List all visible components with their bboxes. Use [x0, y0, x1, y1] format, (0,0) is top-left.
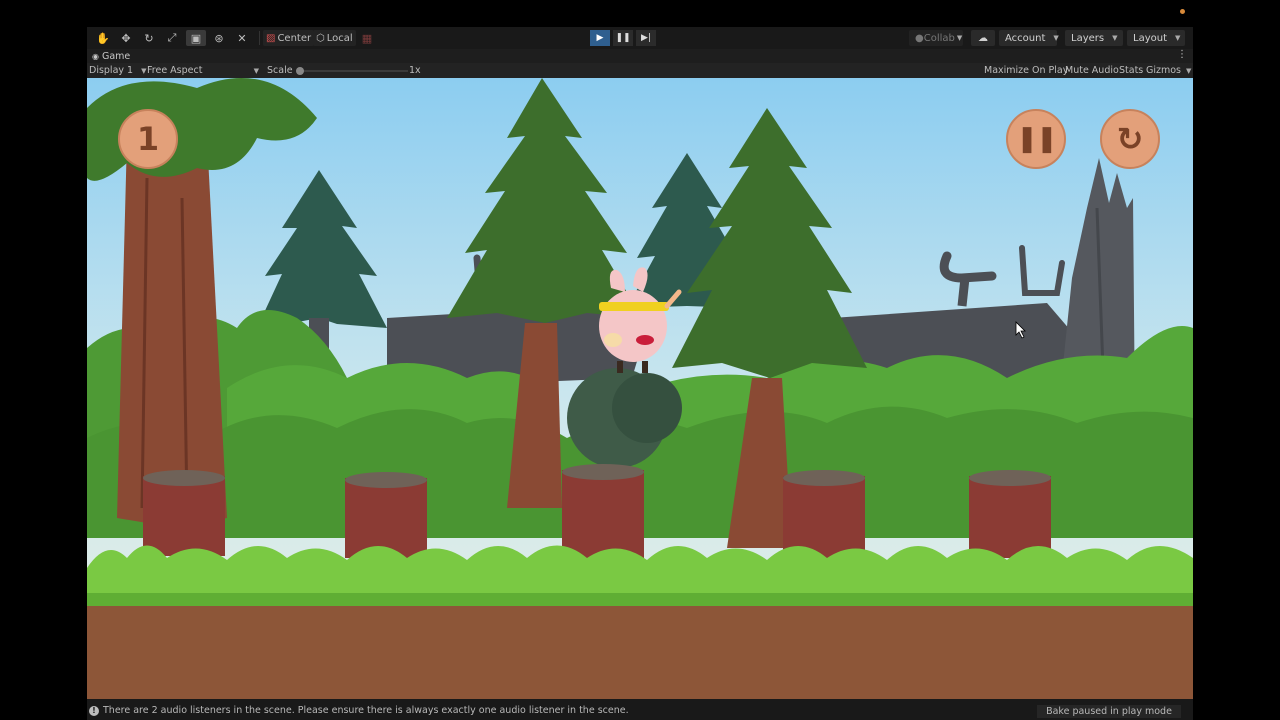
custom-tool-icon[interactable]: ✕: [232, 30, 252, 46]
scale-value: 1x: [409, 65, 421, 76]
cube-icon: ⬡: [316, 32, 325, 44]
game-view-toolbar: Display 1 ▼ Free Aspect ▼ Scale 1x Maximiz…: [87, 63, 1193, 78]
aspect-label: Free Aspect: [147, 65, 203, 76]
rect-tool-icon[interactable]: ▣: [186, 30, 206, 46]
scale-slider-handle[interactable]: [296, 67, 304, 75]
game-controller-icon: ◉: [92, 52, 99, 61]
aspect-dropdown[interactable]: Free Aspect ▼: [147, 64, 259, 77]
chevron-down-icon: ▼: [253, 66, 259, 75]
chevron-down-icon: ▼: [1186, 66, 1192, 75]
grid-snap-icon[interactable]: ▦: [357, 30, 377, 46]
account-label: Account: [1005, 32, 1046, 44]
hand-tool-icon[interactable]: ✋: [93, 30, 113, 46]
pause-icon[interactable]: ❚❚: [1006, 109, 1066, 169]
mute-audio-toggle[interactable]: Mute Audio: [1065, 64, 1119, 77]
pause-button[interactable]: ❚❚: [613, 30, 633, 46]
unity-editor: ✋ ✥ ↻ ⤢ ▣ ⊛ ✕ ▨ Center ⬡ Local ▦ ▶ ❚❚ ▶| ●…: [87, 27, 1193, 720]
scale-tool-icon[interactable]: ⤢: [162, 30, 182, 46]
console-message[interactable]: ! There are 2 audio listeners in the sce…: [89, 705, 629, 716]
chevron-down-icon: ▼: [956, 34, 963, 42]
window-status-dot: [1180, 9, 1185, 14]
chevron-down-icon: ▼: [141, 66, 147, 75]
display-dropdown[interactable]: Display 1 ▼: [89, 64, 146, 77]
account-dropdown[interactable]: Account ▼: [999, 30, 1059, 46]
collab-dropdown[interactable]: ● Collab ▼: [909, 30, 963, 46]
tab-game-label: Game: [101, 51, 131, 62]
scale-label: Scale: [267, 65, 293, 76]
play-button[interactable]: ▶: [590, 30, 610, 46]
restart-icon[interactable]: ↻: [1100, 109, 1160, 169]
transform-tool-icon[interactable]: ⊛: [209, 30, 229, 46]
cloud-button[interactable]: ☁: [971, 30, 995, 46]
maximize-on-play-toggle[interactable]: Maximize On Play: [984, 64, 1068, 77]
chevron-down-icon: ▼: [1053, 34, 1059, 42]
move-tool-icon[interactable]: ✥: [116, 30, 136, 46]
rotate-tool-icon[interactable]: ↻: [139, 30, 159, 46]
layout-label: Layout: [1133, 32, 1167, 44]
more-options-icon[interactable]: ⋮: [1177, 49, 1187, 60]
step-button[interactable]: ▶|: [636, 30, 656, 46]
gizmos-dropdown[interactable]: Gizmos ▼: [1146, 64, 1191, 77]
chevron-down-icon: ▼: [1112, 34, 1118, 42]
collab-icon: ●: [915, 32, 924, 44]
game-scene: [87, 78, 1193, 699]
bake-status: Bake paused in play mode: [1037, 705, 1181, 718]
pivot-local-button[interactable]: ⬡ Local: [313, 30, 356, 46]
cloud-icon: ☁: [978, 32, 988, 44]
tab-game[interactable]: ◉ Game: [92, 50, 130, 63]
gizmos-label: Gizmos: [1146, 65, 1182, 76]
main-toolbar: ✋ ✥ ↻ ⤢ ▣ ⊛ ✕ ▨ Center ⬡ Local ▦ ▶ ❚❚ ▶| ●…: [87, 27, 1193, 49]
pivot-center-button[interactable]: ▨ Center: [263, 30, 315, 46]
pivot-icon: ▨: [266, 32, 276, 44]
layers-label: Layers: [1071, 32, 1105, 44]
game-tab-bar: ◉ Game ⋮: [87, 49, 1193, 63]
stats-toggle[interactable]: Stats: [1119, 64, 1143, 77]
game-viewport[interactable]: 1 ❚❚ ↻: [87, 78, 1193, 699]
chevron-down-icon: ▼: [1175, 34, 1181, 42]
scale-slider[interactable]: [296, 67, 408, 75]
status-bar: ! There are 2 audio listeners in the sce…: [87, 704, 1193, 720]
ground: [87, 545, 1193, 699]
pivot-label: Center: [277, 32, 312, 44]
console-message-text: There are 2 audio listeners in the scene…: [103, 705, 629, 716]
score-badge: 1: [118, 109, 178, 169]
display-label: Display 1: [89, 65, 134, 76]
collab-label: Collab: [923, 32, 955, 44]
space-label: Local: [326, 32, 353, 44]
toolbar-divider: [259, 31, 260, 45]
info-icon: !: [89, 705, 99, 716]
layers-dropdown[interactable]: Layers ▼: [1065, 30, 1123, 46]
layout-dropdown[interactable]: Layout ▼: [1127, 30, 1185, 46]
